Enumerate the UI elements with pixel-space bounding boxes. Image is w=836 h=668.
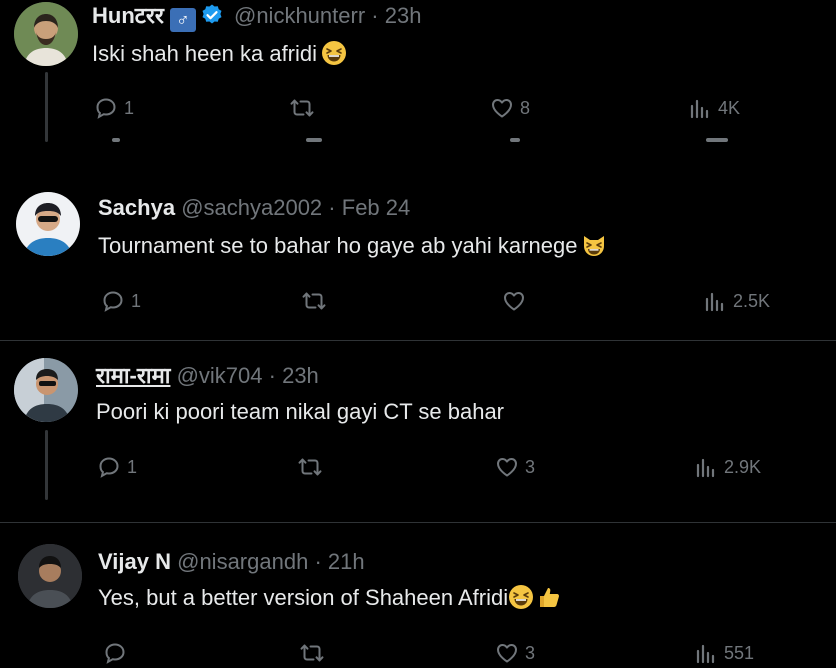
view-count: 4K	[718, 97, 741, 118]
tweet-header: Sachya @sachya2002 · Feb 24	[98, 194, 410, 222]
tweet-text-body: Tournament se to bahar ho gaye ab yahi k…	[98, 233, 578, 258]
avatar[interactable]	[14, 2, 78, 66]
reply-button[interactable]: 1	[97, 452, 137, 482]
tweet-actions: 3 551	[0, 638, 836, 668]
display-name[interactable]: Sachya	[98, 195, 175, 220]
reply-button[interactable]	[103, 638, 133, 668]
bar-chart-icon	[688, 96, 712, 120]
like-count: 8	[520, 97, 531, 118]
reply-icon	[94, 96, 118, 120]
user-handle[interactable]: @nisargandh	[177, 549, 308, 574]
reply-button[interactable]: 1	[94, 93, 134, 123]
thumbs-up-emoji-icon	[536, 584, 562, 610]
tweet[interactable]: Sachya @sachya2002 · Feb 24 Tournament s…	[0, 188, 836, 338]
heart-icon	[495, 455, 519, 479]
like-count: 3	[525, 642, 536, 663]
view-count: 2.5K	[733, 290, 771, 311]
view-count: 2.9K	[724, 456, 762, 477]
retweet-icon	[300, 641, 324, 665]
separator-dot: ·	[371, 3, 379, 28]
bar-chart-icon	[703, 289, 727, 313]
user-handle[interactable]: @nickhunterr	[234, 3, 365, 28]
display-name[interactable]: Vijay N	[98, 549, 171, 574]
timestamp[interactable]: 21h	[328, 549, 365, 574]
tweet-text-body: Iski shah heen ka afridi	[92, 41, 318, 66]
like-button[interactable]	[502, 286, 532, 316]
separator-dot: ·	[328, 195, 336, 220]
view-count: 551	[724, 642, 755, 663]
tweet[interactable]: रामा-रामा @vik704 · 23h Poori ki poori t…	[0, 352, 836, 512]
separator-dot: ·	[268, 363, 276, 388]
heart-icon	[502, 289, 526, 313]
views-button[interactable]: 551	[694, 638, 754, 668]
views-button[interactable]: 4K	[688, 93, 740, 123]
reply-icon	[101, 289, 125, 313]
male-sign-icon: ♂	[169, 8, 196, 32]
tweet-actions: 1 3 2.9K	[0, 452, 836, 482]
reply-count: 1	[127, 456, 138, 477]
separator-dot: ·	[314, 549, 322, 574]
tweet-text: Poori ki poori team nikal gayi CT se bah…	[96, 398, 504, 426]
reply-count: 1	[124, 97, 135, 118]
tweet-header: Vijay N @nisargandh · 21h	[98, 548, 365, 576]
avatar[interactable]	[16, 192, 80, 256]
retweet-button[interactable]	[302, 286, 332, 316]
avatar[interactable]	[14, 358, 78, 422]
partial-action-row	[0, 138, 836, 148]
avatar[interactable]	[18, 544, 82, 608]
heart-icon	[490, 96, 514, 120]
tweet-header: Hunटरर ♂ @nickhunterr · 23h	[92, 2, 421, 32]
reply-icon	[103, 641, 127, 665]
like-button[interactable]: 8	[490, 93, 530, 123]
retweet-icon	[298, 455, 322, 479]
tweet-header: रामा-रामा @vik704 · 23h	[96, 362, 319, 390]
bar-chart-icon	[694, 455, 718, 479]
verified-badge-icon	[202, 4, 222, 24]
tweet-text-body: Poori ki poori team nikal gayi CT se bah…	[96, 399, 505, 424]
retweet-button[interactable]	[298, 452, 328, 482]
divider	[0, 340, 836, 341]
reply-button[interactable]: 1	[101, 286, 141, 316]
tweet[interactable]: Vijay N @nisargandh · 21h Yes, but a bet…	[0, 532, 836, 654]
divider	[0, 522, 836, 523]
reply-icon	[97, 455, 121, 479]
timestamp[interactable]: 23h	[282, 363, 319, 388]
tweet-text-body: Yes, but a better version of Shaheen Afr…	[98, 585, 509, 610]
bar-chart-icon	[694, 641, 718, 665]
like-button[interactable]: 3	[495, 452, 535, 482]
tweet-actions: 1 2.5K	[0, 286, 836, 316]
tweet-text: Yes, but a better version of Shaheen Afr…	[98, 584, 562, 612]
display-name[interactable]: Hunटरर	[92, 3, 164, 28]
heart-icon	[495, 641, 519, 665]
views-button[interactable]: 2.5K	[703, 286, 770, 316]
like-button[interactable]: 3	[495, 638, 535, 668]
like-count: 3	[525, 456, 536, 477]
retweet-button[interactable]	[300, 638, 330, 668]
tweet-text: Tournament se to bahar ho gaye ab yahi k…	[98, 232, 607, 260]
views-button[interactable]: 2.9K	[694, 452, 761, 482]
retweet-icon	[290, 96, 314, 120]
timestamp[interactable]: Feb 24	[342, 195, 411, 220]
grinning-cat-emoji-icon	[581, 232, 607, 258]
timestamp[interactable]: 23h	[385, 3, 422, 28]
tweet-actions: 1 8 4K	[0, 93, 836, 123]
user-handle[interactable]: @vik704	[177, 363, 263, 388]
grinning-face-emoji-icon	[508, 584, 534, 610]
display-name[interactable]: रामा-रामा	[96, 363, 170, 388]
grinning-squinting-face-emoji-icon	[321, 40, 347, 66]
reply-count: 1	[131, 290, 142, 311]
tweet-text: Iski shah heen ka afridi	[92, 40, 347, 68]
retweet-button[interactable]	[290, 93, 320, 123]
tweet[interactable]: Hunटरर ♂ @nickhunterr · 23h Iski shah hee…	[0, 0, 836, 150]
user-handle[interactable]: @sachya2002	[181, 195, 322, 220]
retweet-icon	[302, 289, 326, 313]
